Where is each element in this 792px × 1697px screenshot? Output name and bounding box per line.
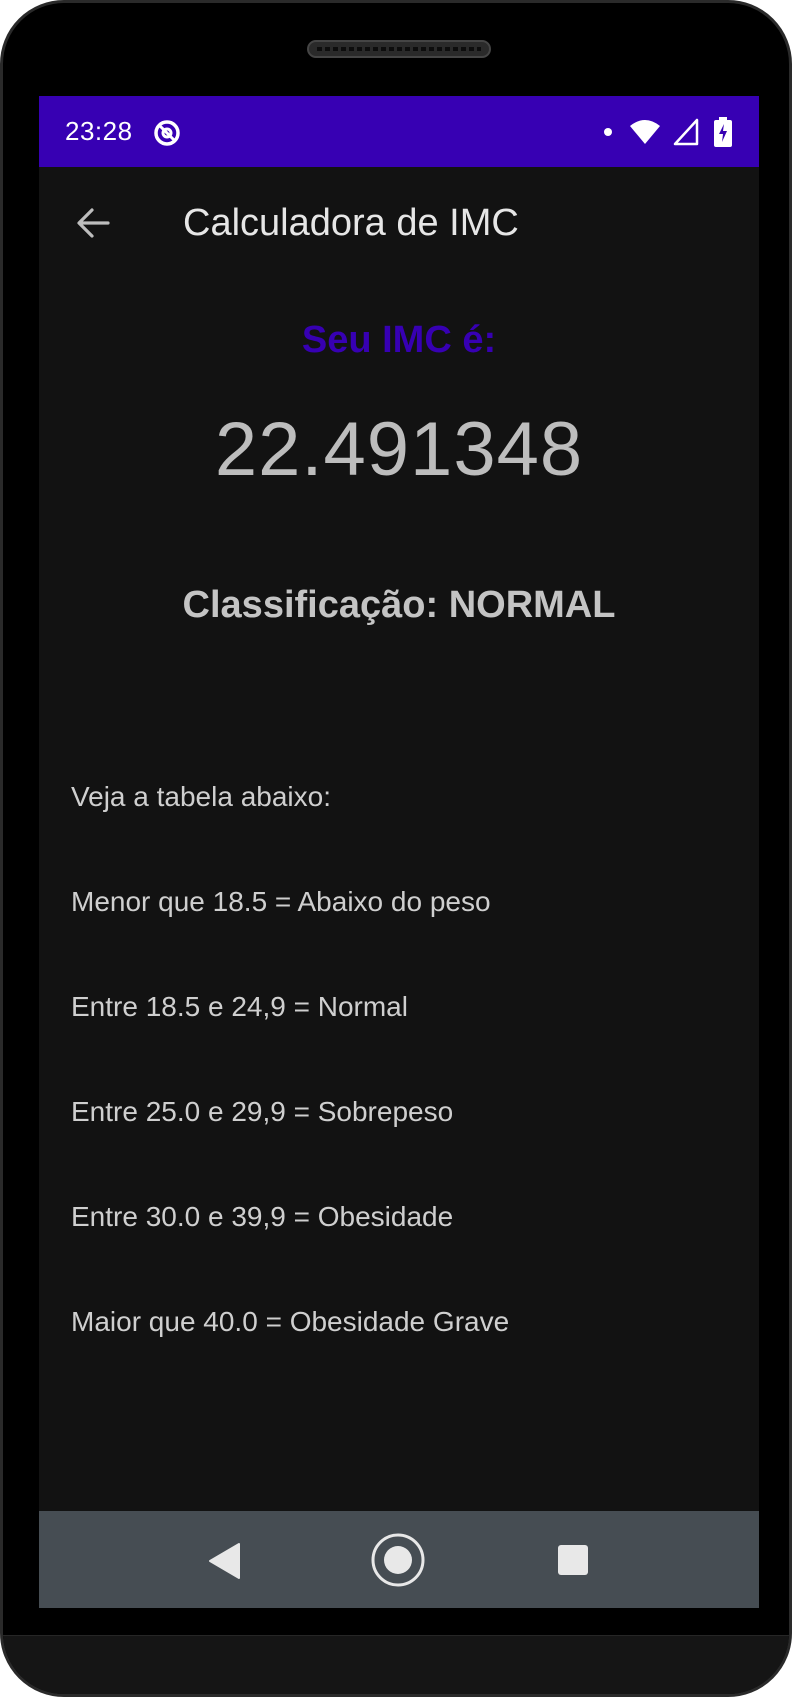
dot-icon <box>604 128 612 136</box>
phone-bottom-bezel <box>3 1635 789 1694</box>
app-notification-icon <box>154 120 180 146</box>
phone-speaker <box>307 40 491 58</box>
bmi-table-row: Entre 18.5 e 24,9 = Normal <box>71 991 408 1022</box>
nav-recents-icon[interactable] <box>557 1544 589 1576</box>
nav-home-icon[interactable] <box>370 1532 426 1588</box>
page-title: Calculadora de IMC <box>183 202 519 244</box>
status-time: 23:28 <box>65 116 133 146</box>
cell-signal-icon <box>673 118 699 146</box>
bmi-table-row: Maior que 40.0 = Obesidade Grave <box>71 1306 510 1337</box>
back-arrow-icon[interactable] <box>75 205 111 241</box>
bmi-result-value: 22.491348 <box>214 407 584 492</box>
classification-value: NORMAL <box>448 584 616 626</box>
wifi-icon <box>630 120 660 144</box>
bmi-table-row: Entre 25.0 e 29,9 = Sobrepeso <box>71 1096 454 1127</box>
system-nav-bar <box>39 1511 759 1608</box>
bmi-classification: Classificação: NORMAL <box>39 584 759 627</box>
table-intro: Veja a tabela abaixo: <box>71 781 331 812</box>
bmi-table-row: Entre 30.0 e 39,9 = Obesidade <box>71 1201 454 1232</box>
nav-back-icon[interactable] <box>205 1541 245 1581</box>
phone-frame: 23:28 Calculadora de IMC Seu IMC é: 22.4… <box>0 0 792 1697</box>
app-bar: Calculadora de IMC <box>39 167 759 279</box>
bmi-table-row: Menor que 18.5 = Abaixo do peso <box>71 886 491 917</box>
classification-prefix: Classificação: <box>182 584 439 626</box>
app-screen: 23:28 Calculadora de IMC Seu IMC é: 22.4… <box>39 96 759 1608</box>
bmi-result-label: Seu IMC é: <box>301 319 497 361</box>
status-bar: 23:28 <box>39 96 759 167</box>
battery-charging-icon <box>714 117 732 147</box>
